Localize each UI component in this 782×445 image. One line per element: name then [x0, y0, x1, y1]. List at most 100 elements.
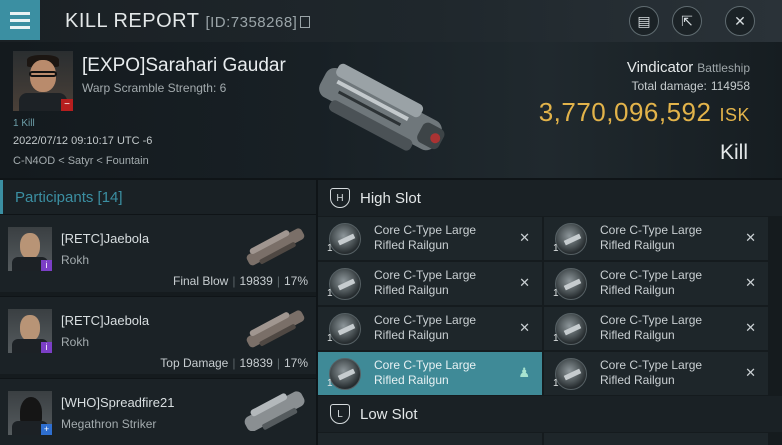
participant-damage: 19839 [239, 274, 273, 288]
module-quantity: 1 [553, 243, 559, 254]
module-name: Core C-Type Large Rifled Railgun [374, 223, 504, 253]
participant-avatar[interactable]: + [8, 391, 52, 435]
participant-ship: Megathron Striker [61, 417, 157, 431]
participant-name[interactable]: [RETC]Jaebola [61, 231, 149, 246]
module-item[interactable]: 1 Core C-Type Large Rifled Railgun ✕ [544, 307, 768, 350]
report-button[interactable]: ▤ [629, 6, 659, 36]
share-button[interactable]: ⇱ [672, 6, 702, 36]
module-quantity: 1 [327, 243, 333, 254]
module-name: Core C-Type Large Rifled Railgun [600, 268, 730, 298]
module-item[interactable] [318, 433, 542, 445]
railgun-icon [555, 313, 587, 345]
participants-header[interactable]: Participants [14] [0, 180, 316, 214]
portrait-face [20, 315, 40, 341]
module-item-selected[interactable]: 1 Core C-Type Large Rifled Railgun ♟ [318, 352, 542, 395]
participant-row[interactable]: i [RETC]Jaebola Rokh Top Damage | 19839 | 17… [0, 296, 316, 374]
module-quantity: 1 [553, 378, 559, 389]
participant-name[interactable]: [WHO]Spreadfire21 [61, 395, 174, 410]
participant-avatar[interactable]: i [8, 309, 52, 353]
fitting-panel: H High Slot 1 Core C-Type Large Rifled Ra… [318, 180, 782, 445]
portrait-glasses [29, 71, 57, 77]
security-status-icon: − [61, 99, 73, 111]
participant-percent: 17% [283, 356, 308, 370]
module-item[interactable]: 1 Core C-Type Large Rifled Railgun ✕ [318, 307, 542, 350]
module-quantity: 1 [327, 333, 333, 344]
module-name-line2: Rifled Railgun [374, 283, 449, 297]
destroyed-icon: ✕ [745, 320, 756, 335]
close-button[interactable]: ✕ [725, 6, 755, 36]
copy-icon[interactable] [300, 15, 311, 28]
rokh-ship-image [246, 310, 305, 348]
total-damage-label: Total damage: [631, 79, 707, 93]
module-name: Core C-Type Large Rifled Railgun [374, 268, 504, 298]
victim-avatar[interactable]: − [13, 51, 73, 111]
module-name-line1: Core C-Type Large [374, 358, 477, 372]
vindicator-ship-image[interactable] [305, 48, 455, 173]
isk-value: 3,770,096,592 ISK [539, 97, 750, 128]
isk-amount: 3,770,096,592 [538, 97, 712, 127]
module-name-line2: Rifled Railgun [374, 238, 449, 252]
module-item[interactable] [544, 433, 768, 445]
module-item[interactable]: 1 Core C-Type Large Rifled Railgun ✕ [544, 217, 768, 260]
module-name: Core C-Type Large Rifled Railgun [374, 313, 504, 343]
module-item[interactable]: 1 Core C-Type Large Rifled Railgun ✕ [318, 217, 542, 260]
module-name-line1: Core C-Type Large [374, 268, 477, 282]
railgun-icon [555, 268, 587, 300]
participant-name[interactable]: [RETC]Jaebola [61, 313, 149, 328]
dropped-icon: ♟ [518, 365, 530, 380]
kill-location[interactable]: C-N4OD < Satyr < Fountain [13, 155, 149, 167]
module-name-line2: Rifled Railgun [374, 328, 449, 342]
menu-button[interactable] [0, 0, 40, 40]
victim-name[interactable]: [EXPO]Sarahari Gaudar [82, 55, 286, 77]
destroyed-icon: ✕ [745, 275, 756, 290]
module-name-line1: Core C-Type Large [374, 313, 477, 327]
module-item[interactable]: 1 Core C-Type Large Rifled Railgun ✕ [318, 262, 542, 305]
module-name-line2: Rifled Railgun [374, 373, 449, 387]
ship-name[interactable]: Vindicator [627, 59, 693, 76]
menu-icon-line [10, 18, 30, 22]
module-name: Core C-Type Large Rifled Railgun [600, 313, 730, 343]
module-quantity: 1 [327, 378, 333, 389]
kill-result: Kill [719, 141, 748, 164]
menu-icon-line [10, 25, 30, 29]
ship-class: Battleship [697, 61, 750, 75]
participants-panel: Participants [14] i [RETC]Jaebola Rokh F… [0, 180, 316, 445]
participant-row[interactable]: + [WHO]Spreadfire21 Megathron Striker [0, 378, 316, 445]
module-name: Core C-Type Large Rifled Railgun [600, 358, 730, 388]
participants-count: [14] [97, 188, 123, 206]
low-slot-icon: L [330, 404, 350, 424]
module-item[interactable]: 1 Core C-Type Large Rifled Railgun ✕ [544, 352, 768, 395]
participant-damage: 19839 [239, 356, 273, 370]
participant-avatar[interactable]: i [8, 227, 52, 271]
participant-ship: Rokh [61, 335, 90, 349]
high-slot-title: High Slot [360, 189, 421, 207]
module-name-line2: Rifled Railgun [600, 283, 675, 297]
participant-role: Top Damage [160, 356, 229, 370]
destroyed-icon: ✕ [519, 320, 530, 335]
module-name-line2: Rifled Railgun [600, 238, 675, 252]
participant-percent: 17% [283, 274, 308, 288]
warp-scramble-strength: Warp Scramble Strength: 6 [82, 81, 227, 95]
module-item[interactable]: 1 Core C-Type Large Rifled Railgun ✕ [544, 262, 768, 305]
participant-row[interactable]: i [RETC]Jaebola Rokh Final Blow | 19839 | 17… [0, 214, 316, 292]
report-icon: ▤ [637, 12, 651, 29]
module-name-line2: Rifled Railgun [600, 373, 675, 387]
ship-name-line: Vindicator Battleship [627, 59, 750, 76]
module-quantity: 1 [553, 288, 559, 299]
share-icon: ⇱ [681, 12, 693, 29]
rokh-ship-image [246, 228, 305, 266]
title-text: KILL REPORT [65, 10, 200, 32]
total-damage: Total damage: 114958 [631, 79, 750, 93]
page-title: KILL REPORT [ID:7358268] [65, 10, 311, 33]
module-name: Core C-Type Large Rifled Railgun [374, 358, 504, 388]
corp-status-icon: i [41, 260, 52, 271]
kill-datetime: 2022/07/12 09:10:17 UTC -6 [13, 135, 153, 147]
corp-status-icon: + [41, 424, 52, 435]
megathron-ship-image [244, 391, 305, 431]
railgun-icon [555, 223, 587, 255]
participant-stats: Top Damage | 19839 | 17% [160, 356, 308, 370]
kill-count: 1 Kill [13, 118, 35, 129]
kill-id: [ID:7358268] [205, 14, 298, 31]
module-quantity: 1 [553, 333, 559, 344]
participant-role: Final Blow [172, 274, 229, 288]
